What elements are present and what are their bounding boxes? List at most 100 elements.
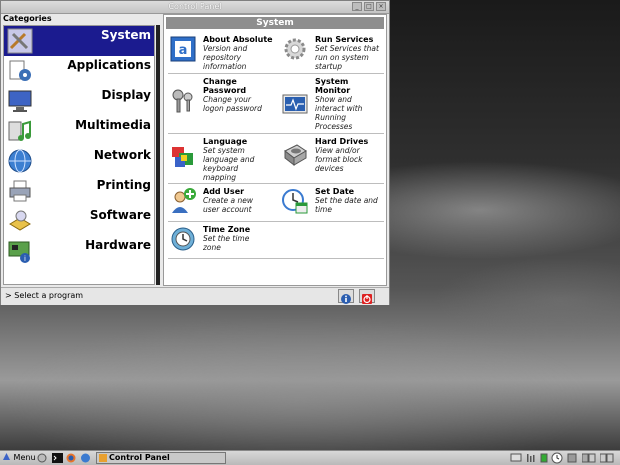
menu-label: Menu: [13, 453, 36, 462]
category-list: System Applications Display Multimedia N…: [3, 25, 155, 285]
workspace-switcher-icon[interactable]: [582, 453, 596, 463]
time-zone-icon: [171, 227, 195, 251]
item-desc: Version and: [203, 44, 248, 53]
categories-header: Categories: [3, 14, 52, 23]
item-name: Run Services: [315, 35, 374, 44]
network-tray-icon[interactable]: [510, 453, 522, 463]
item-desc: time: [315, 205, 332, 214]
hard-drive-icon: [284, 144, 307, 167]
item-language[interactable]: Language Set system language and keyboar…: [169, 137, 274, 182]
quit-button[interactable]: [359, 289, 375, 304]
row-separator: [168, 258, 384, 259]
item-name: Language: [203, 137, 248, 146]
item-name: Time Zone: [203, 225, 251, 234]
category-display[interactable]: Display: [4, 86, 154, 116]
item-desc: user account: [203, 205, 252, 214]
category-network[interactable]: Network: [4, 146, 154, 176]
item-name: Hard Drives: [315, 137, 369, 146]
software-icon: [9, 210, 31, 231]
item-hard-drives[interactable]: Hard Drives View and/or format block dev…: [281, 137, 386, 173]
row-separator: [168, 221, 384, 222]
menu-logo-icon: [3, 453, 10, 460]
category-label: Printing: [96, 178, 151, 192]
item-desc: repository: [203, 53, 242, 62]
terminal-icon[interactable]: [52, 453, 63, 463]
status-bar: > Select a program: [1, 287, 389, 305]
item-time-zone[interactable]: Time Zone Set the time zone: [169, 225, 274, 255]
category-applications[interactable]: Applications: [4, 56, 154, 86]
item-add-user[interactable]: Add User Create a new user account: [169, 187, 274, 217]
item-desc: run on system: [315, 53, 369, 62]
item-desc: Create a new: [203, 196, 253, 205]
category-label: Hardware: [85, 238, 151, 252]
category-printing[interactable]: Printing: [4, 176, 154, 206]
menu-button[interactable]: Menu: [2, 452, 36, 464]
services-gear-icon: [284, 38, 306, 60]
minimize-button[interactable]: _: [352, 2, 362, 11]
keys-icon: [172, 89, 193, 113]
item-name-line: System: [315, 77, 349, 86]
row-separator: [168, 183, 384, 184]
item-desc: Set system: [203, 146, 245, 155]
item-set-date[interactable]: Set Date Set the date and time: [281, 187, 386, 217]
applications-icon: [9, 60, 31, 81]
category-system[interactable]: System: [4, 26, 154, 56]
row-separator: [168, 73, 384, 74]
display-icon: [8, 90, 32, 112]
item-desc: mapping: [203, 173, 237, 182]
category-multimedia[interactable]: Multimedia: [4, 116, 154, 146]
control-panel-window: Control Panel _ □ × Categories System Ap…: [0, 0, 390, 305]
about-absolute-icon: a: [170, 36, 196, 62]
clock-tray-icon[interactable]: [551, 452, 563, 464]
workspace-switcher-icon-2[interactable]: [600, 453, 614, 463]
window-titlebar[interactable]: Control Panel _ □ ×: [1, 1, 389, 14]
item-desc: Change your: [203, 95, 251, 104]
control-panel-small-icon: [99, 454, 107, 462]
item-name-line: Password: [203, 86, 247, 95]
close-button[interactable]: ×: [376, 2, 386, 11]
browser-icon[interactable]: [66, 453, 76, 463]
item-change-password[interactable]: Change Password Change your logon passwor…: [169, 77, 274, 122]
item-desc: format block: [315, 155, 363, 164]
power-icon: [362, 294, 372, 304]
item-desc: Set the date and: [315, 196, 378, 205]
category-label: Software: [89, 208, 151, 222]
item-desc: Processes: [315, 122, 353, 131]
item-desc: interact with: [315, 104, 363, 113]
maximize-button[interactable]: □: [364, 2, 374, 11]
item-desc: Set the time: [203, 234, 250, 243]
task-label: Control Panel: [109, 453, 170, 462]
item-desc: startup: [315, 62, 342, 71]
power-tray-icon[interactable]: [567, 453, 577, 463]
taskbar-window-control-panel[interactable]: Control Panel: [96, 452, 226, 464]
item-desc: language and: [203, 155, 255, 164]
item-desc: Show and: [315, 95, 352, 104]
language-flag-icon: [172, 147, 193, 167]
category-scrollbar[interactable]: [156, 25, 160, 285]
clock-calendar-icon: [282, 189, 308, 214]
system-monitor-icon: [282, 94, 308, 114]
row-separator: [168, 133, 384, 134]
item-desc: logon password: [203, 104, 262, 113]
taskbar: Menu Control Panel: [0, 450, 620, 465]
volume-tray-icon[interactable]: [526, 453, 536, 463]
svg-text:a: a: [179, 43, 188, 58]
item-desc: Set Services that: [315, 44, 379, 53]
add-user-icon: [172, 188, 196, 213]
file-manager-icon[interactable]: [37, 453, 47, 463]
item-system-monitor[interactable]: System Monitor Show and interact with Run…: [281, 77, 386, 131]
item-name-line: Change: [203, 77, 237, 86]
panel-title: System: [166, 17, 384, 29]
svg-text:i: i: [24, 255, 26, 263]
item-about-absolute[interactable]: a About Absolute Version and repository …: [169, 35, 274, 71]
item-desc: Running: [315, 113, 347, 122]
email-icon[interactable]: [80, 453, 91, 463]
category-software[interactable]: Software: [4, 206, 154, 236]
printer-icon: [9, 180, 31, 202]
category-label: Applications: [67, 58, 151, 72]
about-info-button[interactable]: [338, 289, 354, 304]
item-desc: zone: [203, 243, 221, 252]
category-hardware[interactable]: i Hardware: [4, 236, 154, 266]
battery-tray-icon[interactable]: [540, 453, 548, 463]
item-run-services[interactable]: Run Services Set Services that run on sy…: [281, 35, 386, 71]
